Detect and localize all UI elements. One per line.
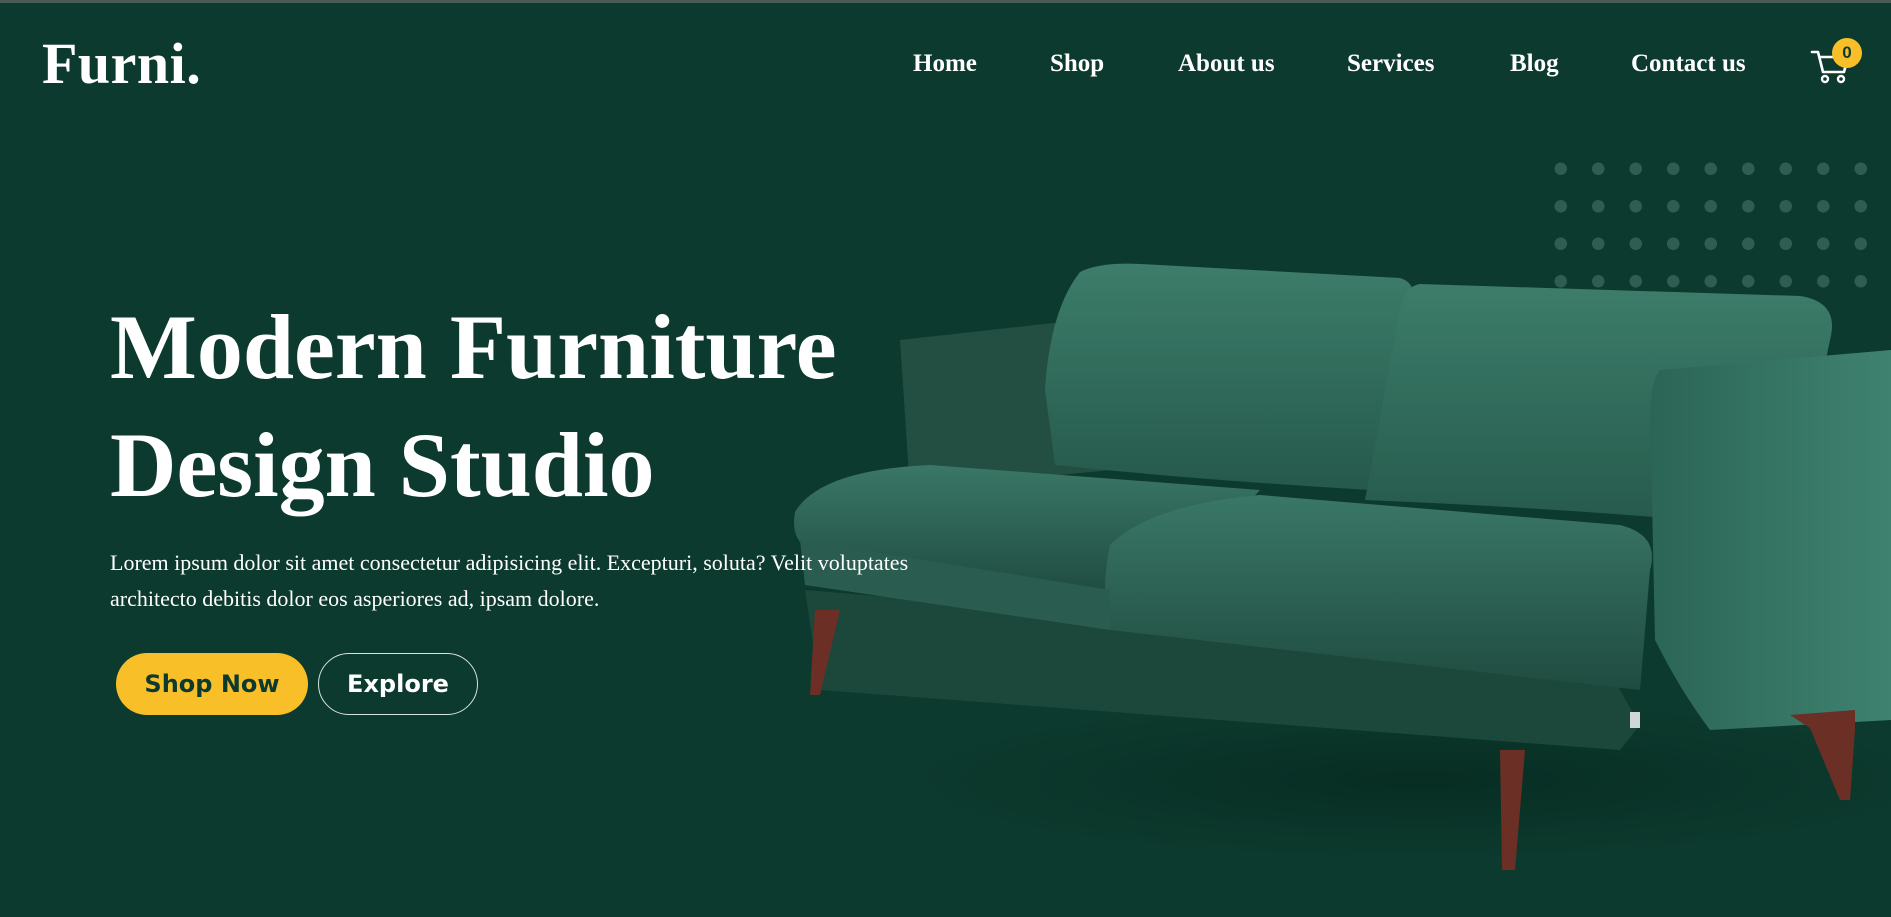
cart-count-badge: 0 (1832, 38, 1862, 68)
nav-item-contact[interactable]: Contact us (1631, 50, 1746, 78)
nav-item-home[interactable]: Home (913, 50, 977, 78)
shop-now-button[interactable]: Shop Now (116, 653, 308, 715)
top-border (0, 0, 1891, 3)
nav-item-blog[interactable]: Blog (1510, 50, 1559, 78)
nav-item-shop[interactable]: Shop (1050, 50, 1104, 78)
explore-button[interactable]: Explore (318, 653, 478, 715)
hero-description-line-1: Lorem ipsum dolor sit amet consectetur a… (110, 550, 909, 575)
hero-description-line-2: architecto debitis dolor eos asperiores … (110, 586, 600, 611)
hero-title: Modern Furniture Design Studio (110, 288, 930, 524)
brand-logo[interactable]: Furni. (42, 30, 201, 97)
hero-title-line-1: Modern Furniture (110, 296, 837, 398)
hero-description: Lorem ipsum dolor sit amet consectetur a… (110, 545, 1010, 617)
nav-item-services[interactable]: Services (1347, 50, 1434, 78)
hero-title-line-2: Design Studio (110, 414, 655, 516)
nav-item-about[interactable]: About us (1178, 50, 1275, 78)
